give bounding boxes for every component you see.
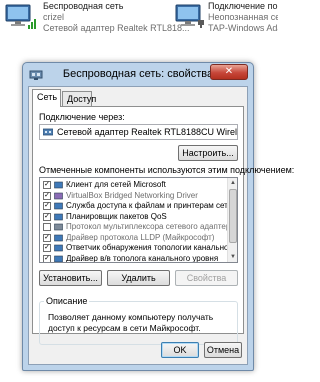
component-item[interactable]: ✓ Драйвер протокола LLDP (Майкрософт) xyxy=(40,233,227,243)
description-legend: Описание xyxy=(44,296,90,306)
component-checkbox[interactable]: ✓ xyxy=(43,233,51,242)
component-checkbox[interactable]: ✓ xyxy=(43,202,51,210)
connection-adapter: TAP-Windows Adap xyxy=(208,23,278,33)
component-label: Ответчик обнаружения топологии канальног… xyxy=(66,243,238,252)
tab-panel-network: Подключение через: Сетевой адаптер Realt… xyxy=(32,106,294,345)
component-icon xyxy=(54,213,63,220)
component-label: Служба доступа к файлам и принтерам сете… xyxy=(66,201,237,210)
component-item[interactable]: ✓ Ответчик обнаружения топологии канально… xyxy=(40,243,237,253)
connection-adapter: Сетевой адаптер Realtek RTL818... xyxy=(43,23,190,33)
component-item[interactable]: Протокол мультиплексора сетевого адаптер… xyxy=(40,222,237,232)
component-item[interactable]: ✓ VirtualBox Bridged Networking Driver xyxy=(40,191,227,201)
connection-wireless[interactable]: Беспроводная сеть crizel Сетевой адаптер… xyxy=(4,0,190,44)
component-icon xyxy=(54,202,63,210)
cancel-button[interactable]: Отмена xyxy=(204,342,242,358)
component-checkbox[interactable]: ✓ xyxy=(43,181,51,189)
adapter-field: Сетевой адаптер Realtek RTL8188CU Wirele… xyxy=(39,124,238,140)
component-item[interactable]: ✓ Драйвер в/в тополога канального уровня xyxy=(40,253,227,263)
component-icon xyxy=(54,255,63,262)
component-item[interactable]: ✓ Планировщик пакетов QoS xyxy=(40,212,227,222)
component-icon xyxy=(54,244,63,252)
properties-button[interactable]: Свойства xyxy=(175,270,238,286)
component-icon xyxy=(54,234,63,241)
wireless-network-icon xyxy=(5,4,36,29)
description-group: Описание Позволяет данному компьютеру по… xyxy=(39,296,238,345)
component-label: Клиент для сетей Microsoft xyxy=(66,180,166,189)
component-item[interactable]: ✓ Клиент для сетей Microsoft xyxy=(40,180,227,190)
configure-button[interactable]: Настроить... xyxy=(178,145,238,161)
scroll-up-icon[interactable]: ▲ xyxy=(228,178,237,188)
ethernet-network-icon xyxy=(175,4,204,28)
component-icon xyxy=(54,192,63,199)
component-icon xyxy=(54,223,63,231)
connection-network: Неопознанная сеть xyxy=(208,12,278,22)
connection-network: crizel xyxy=(43,12,65,22)
close-button[interactable]: ✕ xyxy=(210,64,248,80)
tab-network[interactable]: Сеть xyxy=(32,89,61,107)
scroll-thumb[interactable] xyxy=(229,189,237,243)
connection-name: Подключение по л xyxy=(208,1,278,11)
connection-name: Беспроводная сеть xyxy=(43,1,124,11)
ok-button[interactable]: OK xyxy=(161,342,199,358)
properties-dialog: Беспроводная сеть: свойства ✕ Сеть Досту… xyxy=(22,62,294,371)
remove-button[interactable]: Удалить xyxy=(107,270,170,286)
components-label: Отмеченные компоненты используются этим … xyxy=(39,165,295,175)
adapter-name: Сетевой адаптер Realtek RTL8188CU Wirele… xyxy=(57,127,237,137)
component-item[interactable]: ✓ Служба доступа к файлам и принтерам сет… xyxy=(40,201,237,211)
components-list: ✓ Клиент для сетей Microsoft ✓ VirtualBox B… xyxy=(39,177,238,263)
component-label: Протокол мультиплексора сетевого адаптер… xyxy=(66,222,238,231)
description-text: Позволяет данному компьютеру получать до… xyxy=(48,312,214,333)
network-card-icon xyxy=(43,128,53,136)
dialog-client-area: Сеть Доступ Подключение через: Сетевой а… xyxy=(28,86,294,365)
tab-sharing[interactable]: Доступ xyxy=(62,91,96,106)
component-label: Планировщик пакетов QoS xyxy=(66,211,167,221)
component-checkbox[interactable]: ✓ xyxy=(43,254,51,262)
component-checkbox[interactable]: ✓ xyxy=(43,244,51,252)
list-scrollbar[interactable]: ▲ ▼ xyxy=(227,178,237,262)
connect-using-label: Подключение через: xyxy=(39,112,125,122)
component-icon xyxy=(54,181,63,189)
scroll-down-icon[interactable]: ▼ xyxy=(228,252,237,262)
install-button[interactable]: Установить... xyxy=(39,270,102,286)
component-label: VirtualBox Bridged Networking Driver xyxy=(66,190,198,200)
title-bar[interactable]: Беспроводная сеть: свойства ✕ xyxy=(23,63,253,85)
component-label: Драйвер в/в тополога канального уровня xyxy=(66,253,219,263)
component-checkbox[interactable] xyxy=(43,223,51,231)
component-checkbox[interactable]: ✓ xyxy=(43,212,51,221)
component-label: Драйвер протокола LLDP (Майкрософт) xyxy=(66,232,215,242)
connection-local-area[interactable]: Подключение по л Неопознанная сеть TAP-W… xyxy=(174,0,278,44)
component-checkbox[interactable]: ✓ xyxy=(43,191,51,200)
